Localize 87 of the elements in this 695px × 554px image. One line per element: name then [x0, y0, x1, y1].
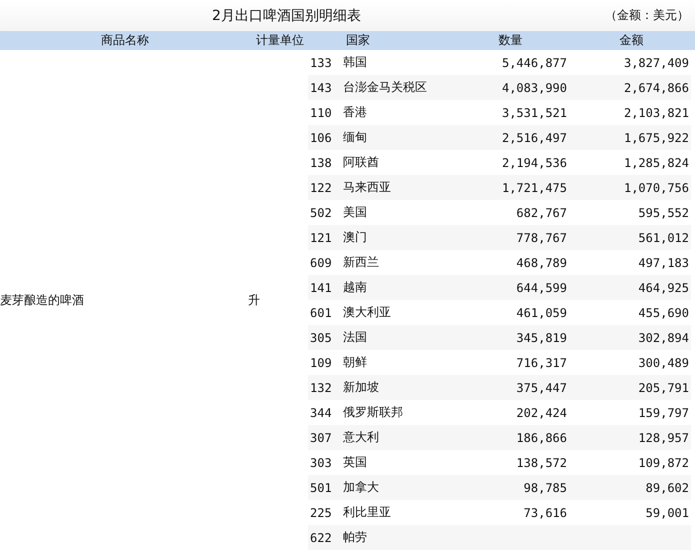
currency-note: （金额：美元）: [605, 7, 689, 24]
table-cell-text: 1,070,756: [622, 180, 689, 194]
table-cell-text: 3,827,409: [622, 56, 689, 70]
table-cell-text: 3,531,521: [500, 106, 567, 120]
table-cell-text: 205,791: [637, 380, 689, 394]
table-cell-text: 1,721,475: [500, 180, 567, 194]
table-cell-text: 682,767: [515, 206, 567, 220]
table-cell-text: 464,925: [637, 280, 689, 294]
table-cell-text: 159,797: [637, 406, 689, 420]
table-cell-text: 2,194,536: [500, 156, 567, 170]
table-cell-text: 阿联酋: [342, 154, 380, 171]
table-cell-text: 利比里亚: [342, 504, 392, 521]
table-cell-text: 73,616: [522, 506, 567, 520]
table-cell-text: 468,789: [515, 256, 567, 270]
table-cell-text: 英国: [342, 454, 368, 471]
table-cell-text: 344: [309, 406, 333, 420]
table-cell-text: 马来西亚: [342, 179, 392, 196]
table-cell-text: 455,690: [637, 306, 689, 320]
table-cell-text: 601: [309, 306, 333, 320]
table-cell-text: 716,317: [515, 356, 567, 370]
table-cell-text: 305: [309, 330, 333, 344]
table-cell-text: 110: [309, 106, 333, 120]
table-cell-text: 2,103,821: [622, 106, 689, 120]
table-cell-text: 778,767: [515, 230, 567, 244]
table-cell-text: 461,059: [515, 306, 567, 320]
table-cell-text: 帕劳: [342, 529, 368, 546]
table-title: 2月出口啤酒国别明细表: [212, 6, 361, 24]
table-cell-text: 麦芽酿造的啤酒: [0, 292, 85, 308]
table-cell-text: 新西兰: [342, 254, 380, 271]
table-cell-text: 141: [309, 280, 333, 294]
table-cell-text: 303: [309, 456, 333, 470]
table-cell-text: 138,572: [515, 456, 567, 470]
table-cell-text: 韩国: [342, 54, 368, 71]
table-cell-text: 307: [309, 430, 333, 444]
table-cell-text: 越南: [342, 279, 368, 296]
table-cell-text: 138: [309, 156, 333, 170]
table-cell-text: 186,866: [515, 430, 567, 444]
table-cell-text: 109: [309, 356, 333, 370]
column-header: 计量单位: [256, 32, 304, 49]
table-cell-text: 202,424: [515, 406, 567, 420]
table-cell-text: 121: [309, 230, 333, 244]
table-cell-text: 1,675,922: [622, 130, 689, 144]
table-cell-text: 302,894: [637, 330, 689, 344]
table-cell-text: 106: [309, 130, 333, 144]
table-cell-text: 609: [309, 256, 333, 270]
table-cell-text: 加拿大: [342, 479, 380, 496]
table-cell-text: 新加坡: [342, 379, 380, 396]
table-cell-text: 意大利: [342, 429, 380, 446]
table-cell-text: 300,489: [637, 356, 689, 370]
table-cell-text: 143: [309, 80, 333, 94]
table-cell-text: 561,012: [637, 230, 689, 244]
table-cell-text: 375,447: [515, 380, 567, 394]
table-cell-text: 俄罗斯联邦: [342, 404, 404, 421]
table-cell-text: 台澎金马关税区: [342, 79, 428, 96]
table-cell-text: 4,083,990: [500, 80, 567, 94]
table-cell-text: 132: [309, 380, 333, 394]
table-cell-text: 133: [309, 56, 333, 70]
column-header: 金额: [620, 32, 644, 49]
column-header: 国家: [346, 32, 370, 49]
table-cell-text: 122: [309, 180, 333, 194]
table-cell-text: 5,446,877: [500, 56, 567, 70]
table-cell-text: 澳门: [342, 229, 368, 246]
table-cell-text: 644,599: [515, 280, 567, 294]
table-cell-text: 109,872: [637, 456, 689, 470]
table-cell-text: 朝鲜: [342, 354, 368, 371]
table-cell-text: 502: [309, 206, 333, 220]
table-cell-text: 2,516,497: [500, 130, 567, 144]
table-cell-text: 缅甸: [342, 129, 368, 146]
table-cell-text: 澳大利亚: [342, 304, 392, 321]
table-cell-text: 美国: [342, 204, 368, 221]
table-cell-text: 497,183: [637, 256, 689, 270]
table-cell-text: 2,674,866: [622, 80, 689, 94]
table-cell-text: 香港: [342, 104, 368, 121]
column-header: 数量: [498, 32, 522, 49]
table-cell-text: 98,785: [522, 480, 567, 494]
table-cell-text: 89,602: [644, 480, 689, 494]
table-cell: 升: [248, 292, 260, 308]
table-cell-text: 345,819: [515, 330, 567, 344]
table-cell-text: 595,552: [637, 206, 689, 220]
table-cell-text: 59,001: [644, 506, 689, 520]
table-cell-text: 501: [309, 480, 333, 494]
table-cell-text: 128,957: [637, 430, 689, 444]
table-cell-text: 622: [309, 530, 333, 544]
table-cell-text: 法国: [342, 329, 368, 346]
column-header: 商品名称: [101, 32, 149, 49]
table-cell-text: 1,285,824: [622, 156, 689, 170]
table-cell-text: 225: [309, 506, 333, 520]
